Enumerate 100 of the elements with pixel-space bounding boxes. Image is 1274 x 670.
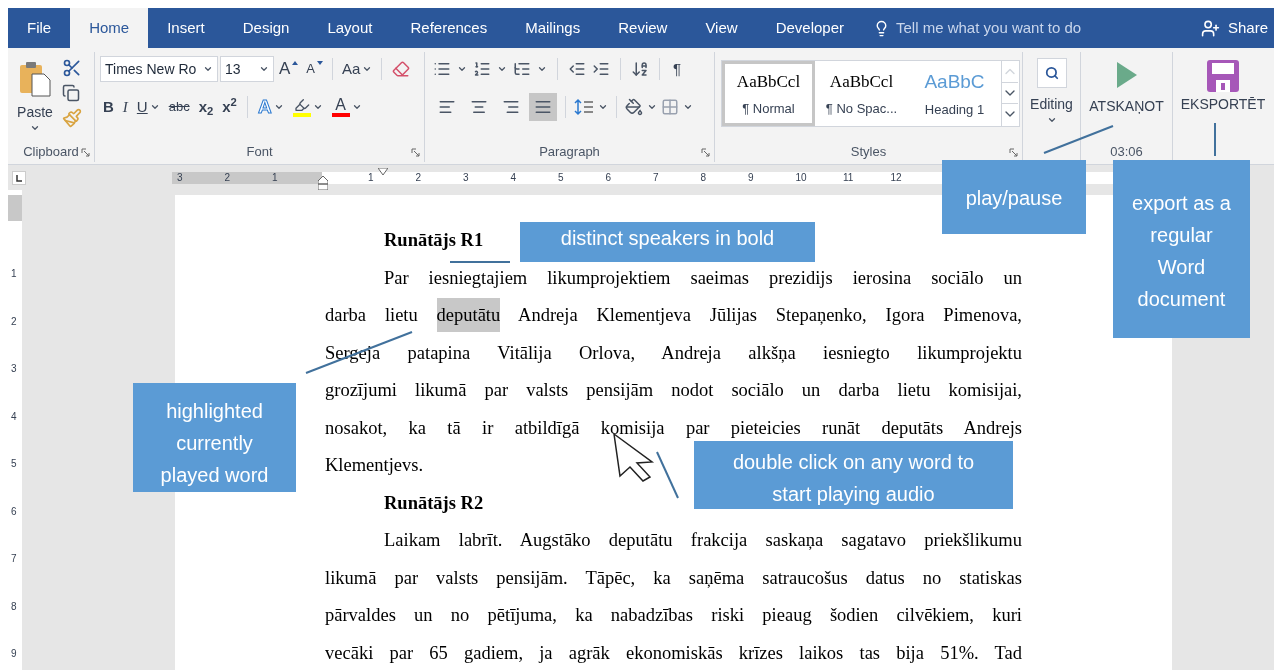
ruler-number: 11	[843, 170, 854, 185]
export-button[interactable]: EKSPORTĒT	[1173, 52, 1273, 115]
dialog-launcher-icon[interactable]	[701, 148, 710, 157]
caret-icon	[312, 102, 323, 112]
font-size-field[interactable]: 13	[220, 56, 274, 82]
ruler-margin	[8, 195, 22, 221]
group-label: Font	[246, 143, 273, 162]
style-item[interactable]: AaBbCcl ¶ Normal	[722, 61, 815, 126]
sort-icon[interactable]	[631, 60, 649, 78]
align-icon	[470, 98, 488, 116]
change-case-button[interactable]: Aa	[339, 56, 376, 82]
callout: distinct speakers in bold	[520, 222, 815, 262]
share-button[interactable]: Share	[1200, 8, 1268, 48]
ruler-number: 10	[795, 170, 807, 185]
eraser-icon[interactable]	[392, 60, 411, 78]
caret-icon	[537, 64, 547, 74]
shrink-font-button[interactable]: A	[303, 56, 326, 82]
caret-icon	[457, 64, 467, 74]
shading-icon[interactable]	[625, 98, 643, 116]
leader-line	[1214, 122, 1216, 157]
callout: highlighted currently played word	[133, 383, 296, 492]
style-item[interactable]: AaBbCcl ¶ No Spac...	[815, 61, 908, 126]
play-button[interactable]: ATSKAŅOT	[1081, 56, 1172, 117]
ruler-number: 2	[415, 170, 422, 185]
ruler-number: 1	[11, 267, 17, 281]
ruler-number: 5	[11, 457, 17, 471]
speaker-heading: Runātājs R2	[384, 492, 484, 513]
paste-button[interactable]: Paste	[12, 56, 58, 133]
align-button[interactable]	[529, 93, 557, 121]
grow-font-button[interactable]: A	[276, 56, 302, 82]
left-indent-marker[interactable]	[318, 175, 328, 190]
caret-icon	[683, 102, 693, 112]
play-icon	[1116, 62, 1137, 88]
subscript-button[interactable]: x$_{2}$	[195, 94, 217, 120]
editing-button[interactable]: Editing	[1023, 56, 1080, 125]
decrease-indent-icon[interactable]	[568, 60, 586, 78]
triangle-up-icon	[292, 61, 299, 65]
caret-icon	[203, 64, 213, 74]
caret-icon	[497, 64, 507, 74]
paragraph: Laikam labrīt. Augstāko deputātu frakcija saskaņa sagatavo priekšlikumu likumā par valsts pensijām. Tāpēc, ka saņēma satraucošus datus no statiskas pārvaldes un no pētījuma, ka nabadzības riski pieaug šodien cilvēkiem, kuri vecāki par 65 gadiem, ja agrāk ekonomiskās krīzes laikos tas bija 51%. Tad	[325, 529, 1022, 665]
dialog-launcher-icon[interactable]	[81, 148, 90, 157]
underline-button[interactable]: U	[133, 94, 163, 120]
callout: double click on any word to start playing audio	[694, 441, 1013, 509]
ruler-number: 1	[368, 170, 374, 185]
ribbon-tab[interactable]: Layout	[308, 8, 392, 48]
ribbon-tab[interactable]: Home	[70, 8, 149, 48]
ruler-number: 12	[890, 170, 902, 185]
person-add-icon	[1200, 18, 1220, 38]
dialog-launcher-icon[interactable]	[1009, 148, 1018, 157]
caret-icon	[273, 102, 284, 112]
bullets-icon[interactable]	[433, 60, 451, 78]
font-color-button[interactable]: A	[328, 94, 365, 120]
ruler-number: 6	[11, 504, 17, 519]
numbering-icon[interactable]	[473, 60, 491, 78]
multilevel-list-icon[interactable]	[513, 60, 531, 78]
dialog-launcher-icon[interactable]	[411, 148, 420, 157]
strikethrough-button[interactable]: abc	[165, 94, 193, 120]
tab-stop-selector[interactable]	[12, 170, 26, 185]
copy-icon[interactable]	[62, 84, 80, 102]
align-icon	[438, 98, 456, 116]
group-label: Paragraph	[539, 143, 600, 162]
ruler-number: 8	[700, 170, 707, 185]
caret-icon	[647, 102, 657, 112]
ribbon-tab[interactable]: File	[8, 8, 71, 48]
superscript-button[interactable]: x$^{2}$	[219, 94, 240, 120]
ruler-number: 7	[11, 552, 17, 566]
ribbon-tab[interactable]: References	[391, 8, 507, 48]
clipboard-icon	[18, 60, 52, 98]
caret-icon	[1046, 115, 1057, 125]
first-line-indent-marker[interactable]	[378, 167, 388, 176]
ruler-number: 4	[11, 409, 17, 424]
bold-button[interactable]: B	[100, 94, 117, 120]
caret-icon	[149, 102, 160, 112]
group-label: Clipboard	[23, 143, 79, 162]
font-name-field[interactable]: Times New Ro	[100, 56, 218, 82]
caret-icon	[30, 123, 40, 133]
increase-indent-icon[interactable]	[592, 60, 610, 78]
align-icon	[534, 98, 552, 116]
ruler-number: 8	[11, 599, 17, 614]
show-marks-button[interactable]: ¶	[670, 56, 685, 82]
ruler-number: 5	[558, 170, 564, 185]
style-item[interactable]: AaBbC Heading 1	[908, 61, 1001, 126]
ribbon-tab[interactable]: View	[686, 8, 757, 48]
caret-icon	[351, 102, 362, 112]
ruler-number: 9	[11, 647, 17, 661]
ruler-number: 2	[224, 170, 231, 185]
callout: play/pause	[942, 160, 1086, 234]
triangle-down-icon	[317, 61, 323, 65]
italic-button[interactable]: I	[119, 94, 131, 120]
ribbon-tab[interactable]: Mailings	[506, 8, 600, 48]
ruler-number: 3	[11, 362, 17, 376]
line-spacing-icon[interactable]	[574, 98, 594, 116]
cut-icon[interactable]	[62, 58, 82, 78]
ribbon-tab[interactable]: Insert	[148, 8, 224, 48]
ruler-number: 9	[748, 170, 754, 185]
highlighter-icon	[293, 97, 310, 113]
ribbon-tab[interactable]: Design	[223, 8, 309, 48]
ribbon-tab[interactable]: Review	[599, 8, 687, 48]
tell-me-field[interactable]: Tell me what you want to do	[896, 16, 1082, 40]
ribbon-tab[interactable]: Developer	[756, 8, 863, 48]
